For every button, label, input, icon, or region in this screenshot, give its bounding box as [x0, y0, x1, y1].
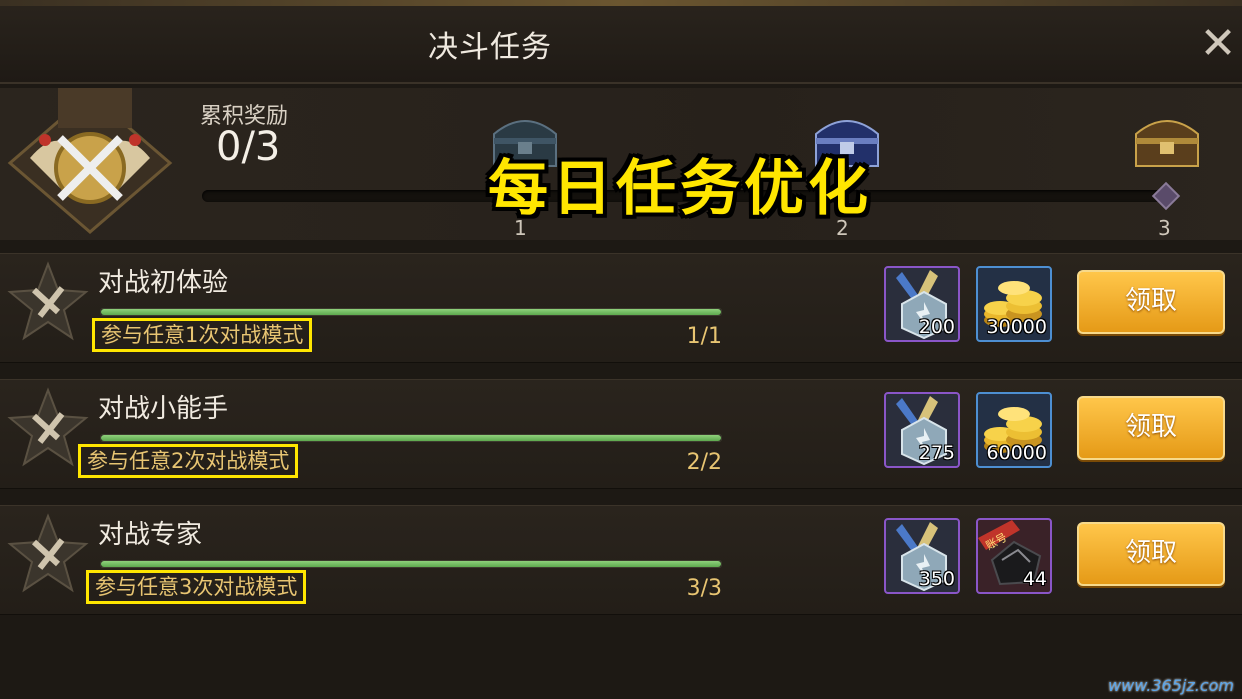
task-progress-bar [100, 308, 722, 316]
reward-quantity: 44 [1022, 568, 1047, 590]
task-description: 参与任意1次对战模式 [92, 318, 313, 352]
overlay-caption: 每日任务优化 [488, 154, 872, 224]
claim-button[interactable]: 领取 [1077, 270, 1225, 334]
reward-gold-coins[interactable]: 30000 [976, 266, 1052, 342]
task-progress-bar [100, 560, 722, 568]
cumulative-reward-count: 0/3 [216, 124, 281, 170]
task-progress-text: 3/3 [686, 576, 722, 601]
task-row: 对战小能手 参与任意2次对战模式 2/2 275 60000 领取 [0, 379, 1242, 489]
reward-medal-badge[interactable]: 275 [884, 392, 960, 468]
reward-quantity: 200 [918, 316, 955, 338]
task-name: 对战专家 [98, 520, 203, 550]
reward-medal-badge[interactable]: 350 [884, 518, 960, 594]
header-bar: 决斗任务 ✕ [0, 0, 1242, 84]
milestone-number: 3 [1158, 216, 1171, 240]
task-name: 对战小能手 [98, 394, 229, 424]
reward-medal-badge[interactable]: 200 [884, 266, 960, 342]
reward-account-item[interactable]: 账号 44 [976, 518, 1052, 594]
task-description: 参与任意3次对战模式 [86, 570, 307, 604]
chest-gold-icon[interactable] [1130, 104, 1204, 176]
close-icon[interactable]: ✕ [1196, 22, 1240, 68]
duel-star-icon [7, 261, 89, 341]
task-progress-text: 1/1 [686, 324, 722, 349]
reward-quantity: 350 [918, 568, 955, 590]
duel-star-icon [7, 513, 89, 593]
reward-quantity: 60000 [986, 442, 1047, 464]
reward-quantity: 30000 [986, 316, 1047, 338]
task-progress-bar [100, 434, 722, 442]
claim-button[interactable]: 领取 [1077, 396, 1225, 460]
reward-gold-coins[interactable]: 60000 [976, 392, 1052, 468]
task-description: 参与任意2次对战模式 [78, 444, 299, 478]
task-progress-text: 2/2 [686, 450, 722, 475]
duel-emblem-icon [7, 88, 173, 234]
task-row: 对战专家 参与任意3次对战模式 3/3 350 账号 44 领取 [0, 505, 1242, 615]
reward-quantity: 275 [918, 442, 955, 464]
task-row: 对战初体验 参与任意1次对战模式 1/1 200 30000 领取 [0, 253, 1242, 363]
page-title: 决斗任务 [428, 30, 552, 65]
task-name: 对战初体验 [98, 268, 229, 298]
claim-button[interactable]: 领取 [1077, 522, 1225, 586]
watermark-text: www.365jz.com [1108, 676, 1234, 695]
